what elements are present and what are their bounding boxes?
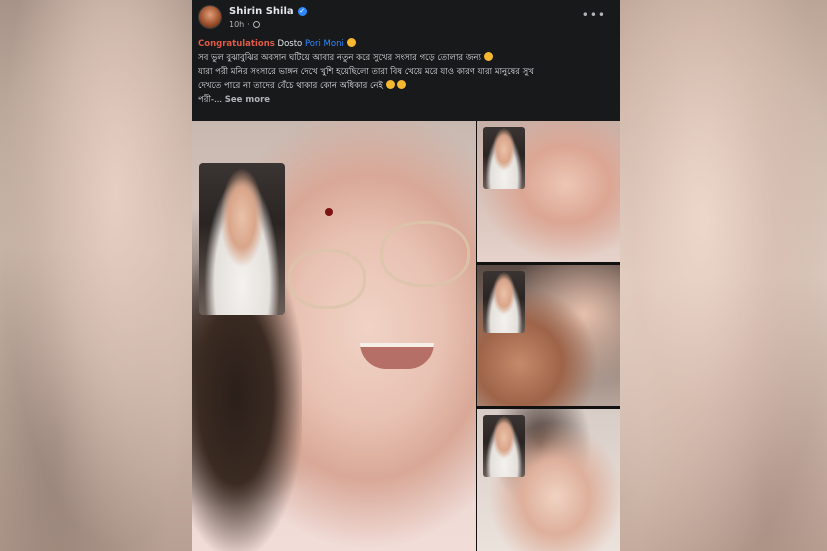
caption-line-congrats: Congratulations Dosto Pori Moni (198, 37, 614, 51)
dosto-label: Dosto (277, 39, 303, 49)
blurred-background-right (620, 0, 827, 551)
congratulations-label: Congratulations (198, 39, 275, 49)
author-name[interactable]: Shirin Shila (229, 6, 294, 17)
caption-line-4: পরী-... See more (198, 95, 271, 105)
laughing-emoji-icon (397, 80, 407, 89)
author-row: Shirin Shila ✓ (229, 6, 307, 17)
post-meta: 10h · (229, 20, 260, 29)
video-call-inset-photo (199, 163, 285, 315)
collage-photo-3[interactable] (477, 409, 620, 551)
smile-shape (360, 343, 434, 369)
globe-icon (252, 21, 260, 28)
tagged-user-link[interactable]: Pori Moni (305, 39, 344, 49)
post-header: Shirin Shila ✓ 10h · ••• (198, 5, 614, 33)
mini-inset-photo (483, 127, 525, 189)
see-more-link[interactable]: See more (225, 95, 270, 105)
author-avatar[interactable] (198, 5, 222, 29)
verified-badge-icon: ✓ (297, 7, 307, 16)
bindi-dot (325, 208, 333, 216)
post-time[interactable]: 10h (229, 20, 244, 29)
more-options-icon[interactable]: ••• (582, 8, 606, 22)
emoji-icon (483, 52, 493, 61)
photo-collage (192, 121, 620, 551)
blurred-background-left (0, 0, 192, 551)
heart-face-emoji-icon (346, 38, 356, 47)
glasses-right-lens (380, 221, 470, 287)
facebook-post: Shirin Shila ✓ 10h · ••• Congratulations… (192, 0, 620, 551)
collage-photo-1[interactable] (477, 121, 620, 262)
mini-inset-photo (483, 415, 525, 477)
glasses-left-lens (288, 249, 366, 309)
main-photo[interactable] (192, 121, 476, 551)
mini-inset-photo (483, 271, 525, 333)
collage-photo-2[interactable] (477, 265, 620, 406)
caption-line-2: যারা পরী মনির সংসারে ভাঙ্গন দেখে খুশি হয… (198, 67, 534, 77)
post-caption: Congratulations Dosto Pori Moni সব ভুল ব… (198, 37, 614, 107)
caption-line-3: দেখতে পারে না তাদের বেঁচে থাকার কোন অধিক… (198, 79, 614, 93)
laughing-emoji-icon (385, 80, 395, 89)
caption-line-1: সব ভুল বুঝাবুঝির অবসান ঘটিয়ে আবার নতুন … (198, 51, 614, 65)
